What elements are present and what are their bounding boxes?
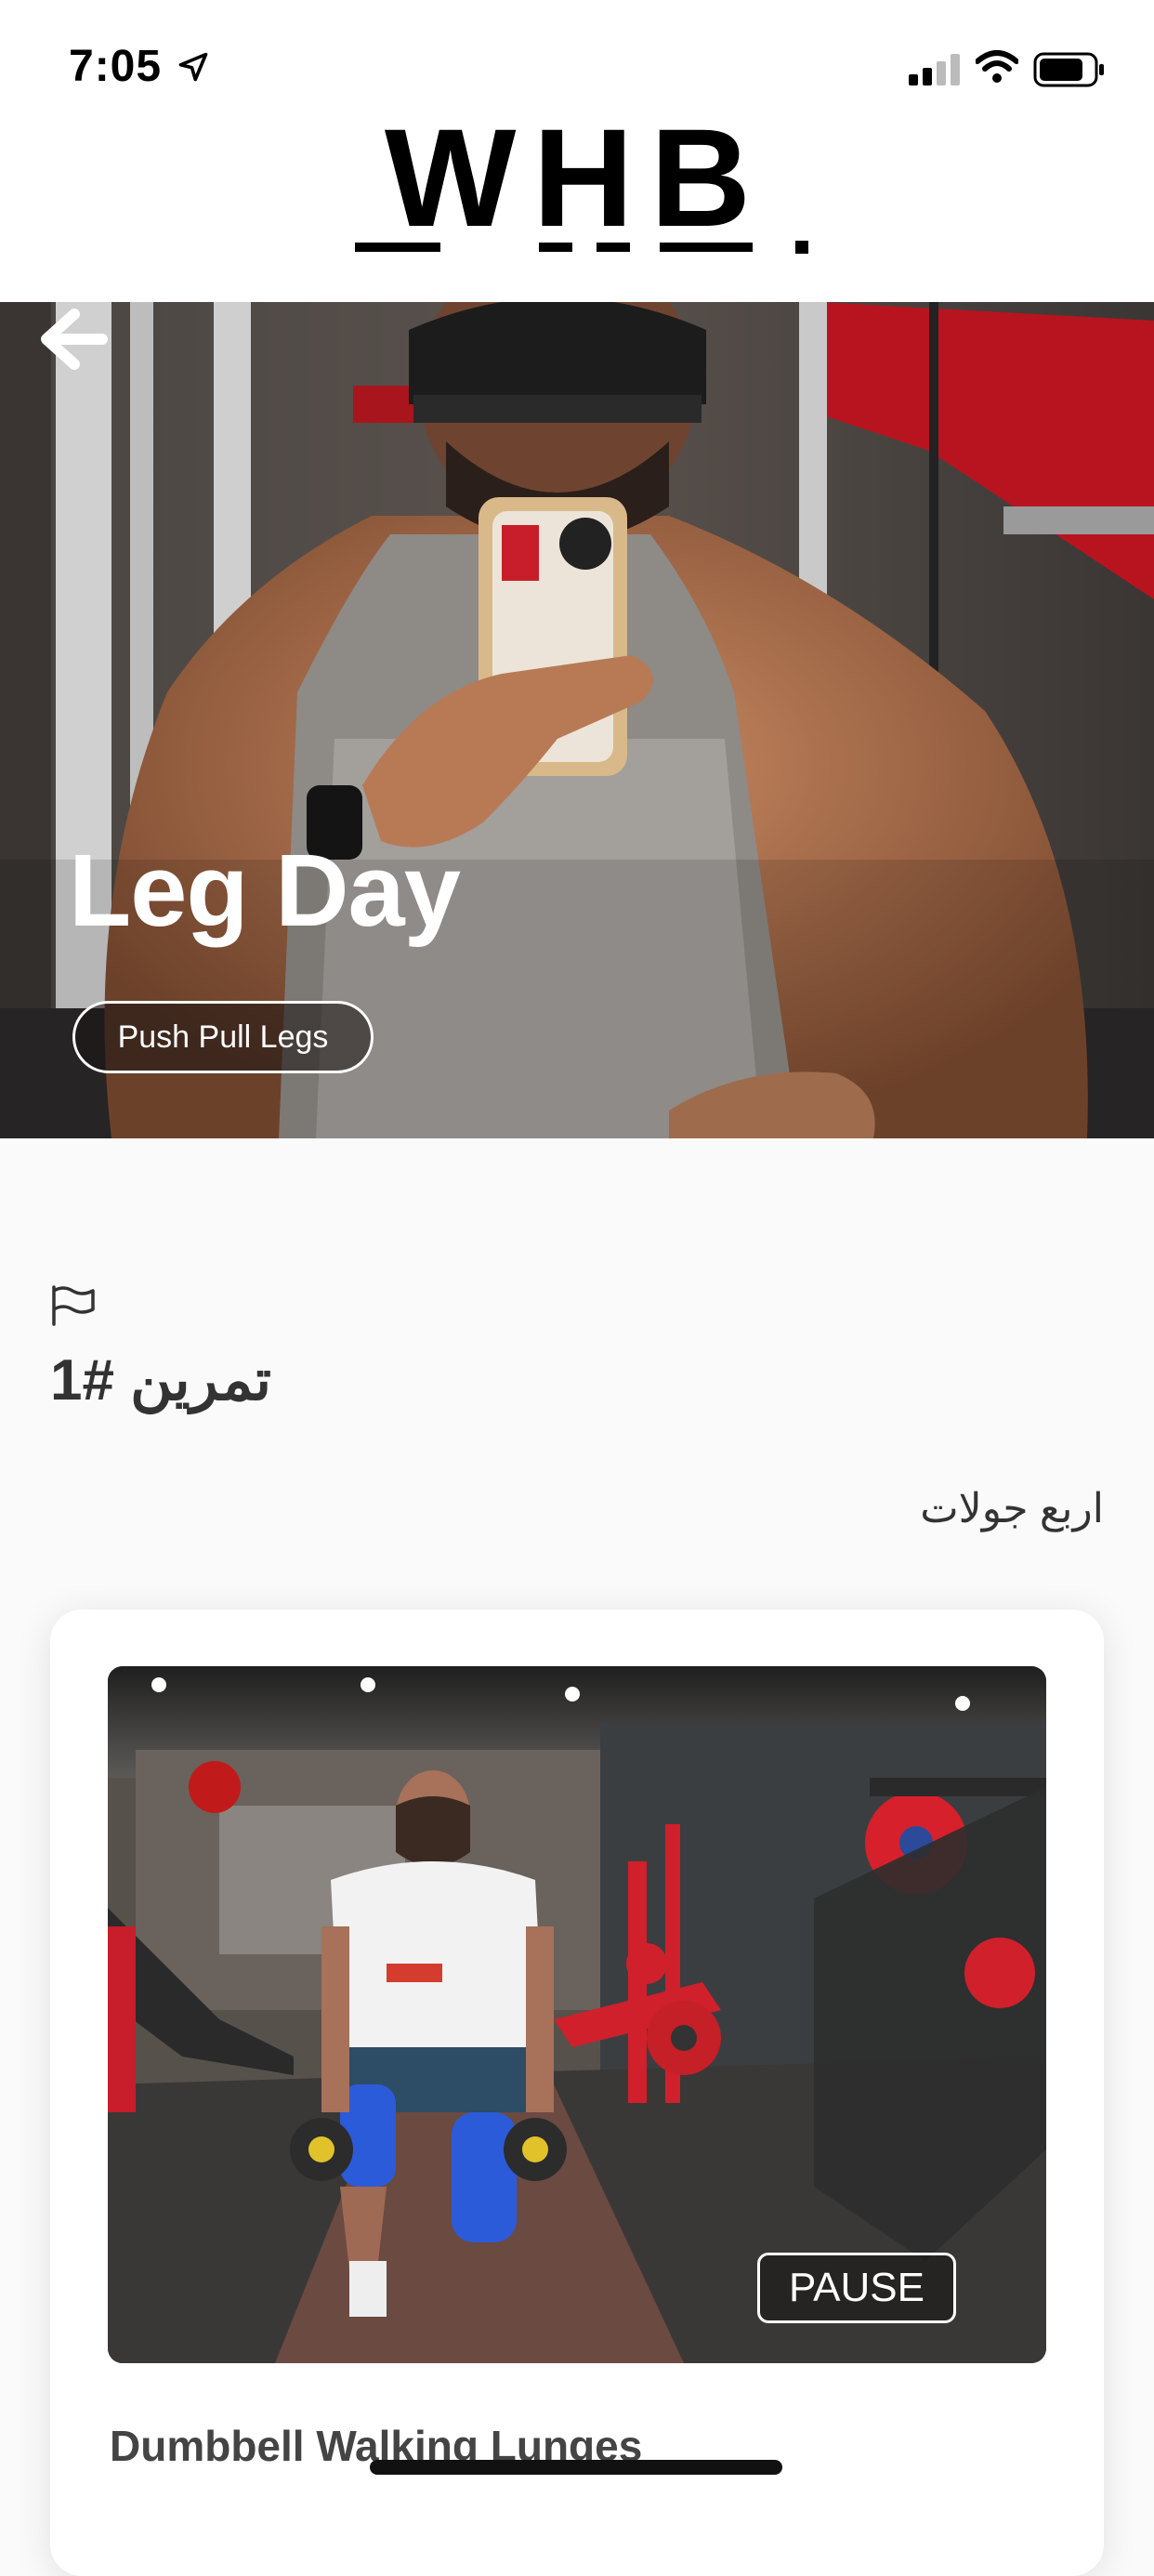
program-chip[interactable]: Push Pull Legs — [72, 1001, 374, 1073]
battery-icon — [1033, 52, 1104, 87]
pause-button[interactable]: PAUSE — [757, 2253, 956, 2323]
arrow-left-icon — [41, 309, 108, 370]
exercise-heading: تمرين #1 — [50, 1348, 271, 1413]
rounds-label: اربع جولات — [920, 1486, 1104, 1531]
whb-logo: WHB — [344, 107, 808, 265]
back-button[interactable] — [37, 307, 111, 372]
wifi-icon — [976, 50, 1018, 83]
cellular-signal-icon — [909, 54, 960, 85]
location-arrow-icon — [178, 52, 208, 82]
flag-icon — [52, 1285, 95, 1326]
status-time: 7:05 — [69, 42, 163, 91]
home-indicator[interactable] — [370, 2460, 782, 2475]
workout-title: Leg Day — [69, 834, 461, 948]
